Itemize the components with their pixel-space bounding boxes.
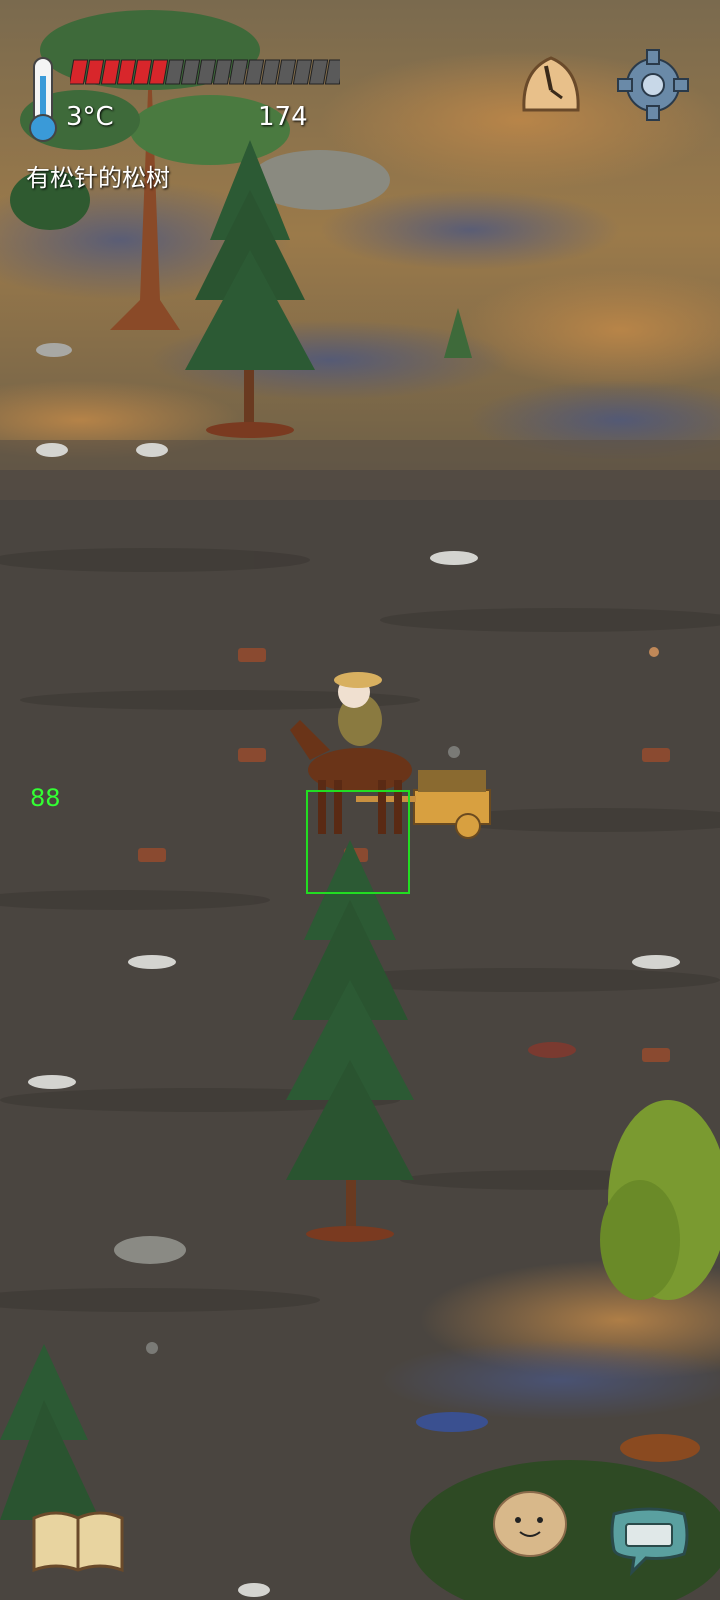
food-pip-empty xyxy=(308,59,329,85)
yum-counter: 88 xyxy=(30,784,61,812)
food-pip-empty xyxy=(260,59,281,85)
food-pip-empty xyxy=(244,59,265,85)
tile-selection-box[interactable] xyxy=(306,790,410,894)
food-pip-filled xyxy=(148,59,169,85)
potato-face-icon[interactable] xyxy=(490,1486,570,1560)
gear-icon[interactable] xyxy=(616,48,690,122)
score-readout: 174 xyxy=(258,102,308,132)
book-icon[interactable] xyxy=(30,1508,126,1574)
thermometer-icon xyxy=(29,57,57,142)
food-pip-filled xyxy=(84,59,105,85)
food-pip-empty xyxy=(228,59,249,85)
temperature-readout: 3°C xyxy=(66,102,114,132)
food-pip-empty xyxy=(164,59,185,85)
food-pip-empty xyxy=(276,59,297,85)
food-pip-filled xyxy=(132,59,153,85)
hovered-object-label: 有松针的松树 xyxy=(26,164,170,192)
food-pip-empty xyxy=(212,59,233,85)
clock-icon[interactable] xyxy=(516,50,586,122)
food-pip-filled xyxy=(100,59,121,85)
food-pip-filled xyxy=(116,59,137,85)
food-pip-empty xyxy=(180,59,201,85)
keyboard-icon[interactable] xyxy=(606,1506,692,1576)
food-pip-empty xyxy=(292,59,313,85)
food-pip-empty xyxy=(324,59,340,85)
food-pip-empty xyxy=(196,59,217,85)
food-meter xyxy=(70,59,340,85)
food-pip-filled xyxy=(70,59,89,85)
